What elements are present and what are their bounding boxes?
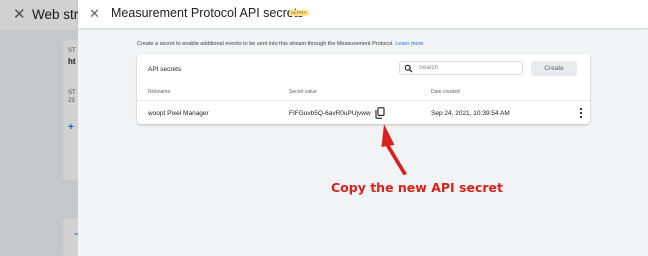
panel-header: ✕ Measurement Protocol API secrets ALPHA <box>78 0 648 28</box>
date-created-cell: Sep 24, 2021, 10:39:54 AM <box>431 110 510 117</box>
column-header-nickname: Nickname <box>148 89 171 95</box>
nickname-cell: woopt Pixel Manager <box>148 110 209 117</box>
create-button[interactable]: Create <box>531 61 577 76</box>
api-secrets-panel: ✕ Measurement Protocol API secrets ALPHA… <box>78 0 648 256</box>
page-title: Measurement Protocol API secrets <box>111 6 304 20</box>
search-box[interactable] <box>399 61 523 75</box>
divider <box>137 100 590 101</box>
card-title: API secrets <box>148 66 182 73</box>
close-icon[interactable]: ✕ <box>89 7 100 21</box>
column-header-date-created: Date created <box>431 89 460 95</box>
column-header-secret-value: Secret value <box>289 89 317 95</box>
annotation-text: Copy the new API secret <box>331 180 503 195</box>
search-input[interactable] <box>419 63 519 73</box>
alpha-badge: ALPHA <box>289 10 309 16</box>
more-vert-icon[interactable] <box>578 107 584 119</box>
description: Create a secret to enable additional eve… <box>137 40 424 48</box>
secret-value-cell: FIFGuvb5Q-6avR0uPUjvww <box>289 110 371 117</box>
api-secrets-card: API secrets Create Nickname Secret value… <box>137 54 590 124</box>
learn-more-link[interactable]: Learn more <box>395 41 423 47</box>
search-icon <box>404 64 413 73</box>
copy-icon[interactable] <box>375 107 385 119</box>
description-text: Create a secret to enable additional eve… <box>137 41 394 47</box>
